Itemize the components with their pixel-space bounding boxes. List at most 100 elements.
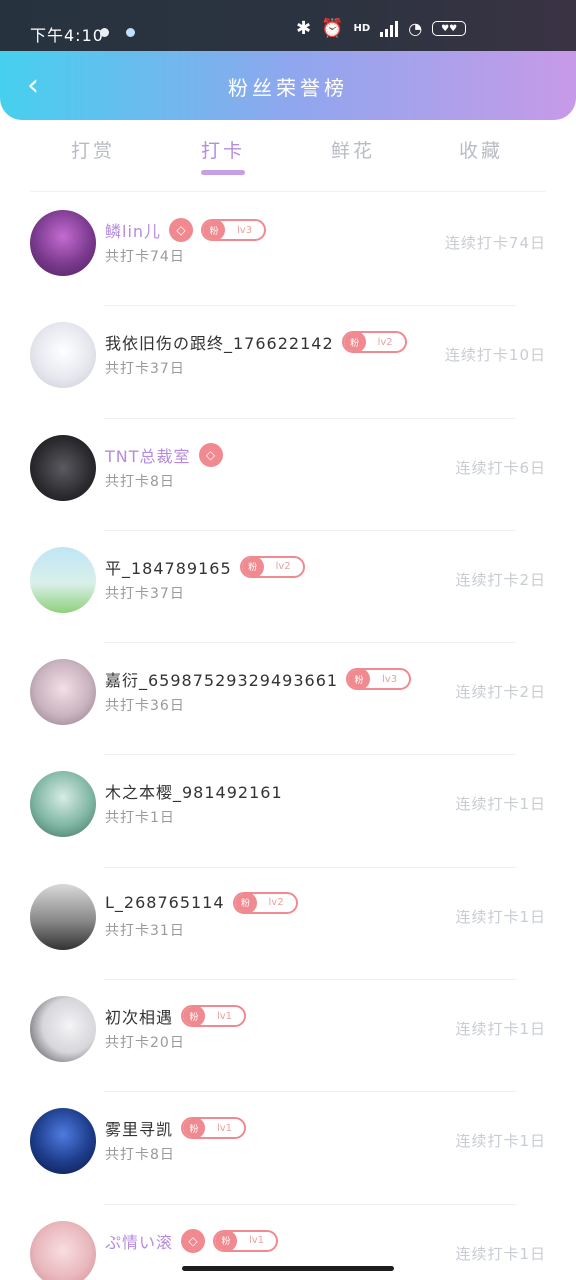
- avatar[interactable]: [30, 1108, 96, 1175]
- tab-tips[interactable]: 打赏: [33, 136, 153, 163]
- alarm-icon: ⏰: [321, 18, 344, 39]
- fan-icon: 粉: [348, 670, 371, 689]
- fan-level-badge: 粉 lv1: [181, 1117, 247, 1140]
- fan-icon: 粉: [343, 333, 366, 352]
- total-checkins: 共打卡8日: [105, 473, 175, 490]
- page-header: ‹ 粉丝荣誉榜: [0, 51, 576, 120]
- avatar[interactable]: [30, 434, 96, 501]
- name-line: 初次相遇 粉 lv1: [105, 1004, 247, 1028]
- list-item[interactable]: TNT总裁室 ◇ 共打卡8日 连续打卡6日: [0, 419, 576, 532]
- total-checkins: 共打卡31日: [105, 922, 185, 939]
- status-time: 下午4:10: [30, 26, 104, 45]
- avatar[interactable]: [30, 1220, 96, 1280]
- list-item[interactable]: L_268765114 粉 lv2 共打卡31日 连续打卡1日: [0, 868, 576, 981]
- battery-label: ♥♥: [441, 23, 458, 34]
- total-checkins: 共打卡37日: [105, 585, 185, 602]
- name-line: ぷ情い滚 ◇ 粉 lv1: [105, 1228, 279, 1253]
- streak-days: 连续打卡2日: [455, 683, 546, 702]
- name-line: L_268765114 粉 lv2: [105, 891, 298, 914]
- avatar[interactable]: [30, 659, 96, 726]
- fan-icon: 粉: [241, 557, 264, 576]
- username: 我依旧伤の跟终_176622142: [105, 334, 334, 354]
- diamond-icon: ◇: [181, 1228, 206, 1253]
- total-checkins: 共打卡1日: [105, 810, 175, 827]
- name-line: 我依旧伤の跟终_176622142 粉 lv2: [105, 330, 407, 354]
- streak-days: 连续打卡6日: [455, 458, 546, 477]
- notification-icon-2: [126, 28, 135, 37]
- fan-level-badge: 粉 lv1: [213, 1229, 279, 1252]
- total-checkins: 共打卡20日: [105, 1035, 185, 1052]
- tab-flowers[interactable]: 鲜花: [293, 136, 413, 163]
- list-item[interactable]: 平_184789165 粉 lv2 共打卡37日 连续打卡2日: [0, 531, 576, 644]
- tab-checkin[interactable]: 打卡: [163, 136, 283, 163]
- username: L_268765114: [105, 893, 225, 913]
- home-indicator[interactable]: [182, 1266, 394, 1271]
- list-item[interactable]: 嘉衍_65987529329493661 粉 lv3 共打卡36日 连续打卡2日: [0, 643, 576, 756]
- name-line: 平_184789165 粉 lv2: [105, 555, 305, 579]
- username: 木之本樱_981492161: [105, 783, 283, 803]
- battery-icon: ♥♥: [432, 21, 467, 36]
- streak-days: 连续打卡1日: [455, 1020, 546, 1039]
- username: 雾里寻凯: [105, 1120, 174, 1140]
- fan-level-badge: 粉 lv2: [341, 331, 407, 354]
- checkin-ranking-list: 鳞lin儿 ◇ 粉 lv3 共打卡74日 连续打卡74日 我依旧伤の跟终_176…: [0, 194, 576, 1280]
- streak-days: 连续打卡1日: [455, 1244, 546, 1263]
- username: 鳞lin儿: [105, 222, 162, 241]
- tab-bar: 打赏 打卡 鲜花 收藏: [0, 120, 576, 192]
- total-checkins: 共打卡8日: [105, 1147, 175, 1164]
- fan-icon: 粉: [234, 893, 257, 912]
- avatar[interactable]: [30, 996, 96, 1063]
- fan-level-badge: 粉 lv1: [181, 1005, 247, 1028]
- level-text: lv1: [248, 1235, 265, 1247]
- username: 初次相遇: [105, 1008, 174, 1028]
- streak-days: 连续打卡1日: [455, 907, 546, 926]
- tab-divider: [30, 191, 546, 192]
- level-text: lv1: [216, 1122, 233, 1134]
- username: ぷ情い滚: [105, 1232, 174, 1252]
- list-item[interactable]: 鳞lin儿 ◇ 粉 lv3 共打卡74日 连续打卡74日: [0, 194, 576, 307]
- tab-favorites[interactable]: 收藏: [421, 136, 541, 163]
- name-line: 木之本樱_981492161: [105, 779, 283, 803]
- signal-icon: [380, 20, 399, 37]
- streak-days: 连续打卡10日: [444, 346, 546, 365]
- active-tab-indicator: [201, 170, 245, 175]
- level-text: lv1: [216, 1010, 233, 1022]
- avatar[interactable]: [30, 546, 96, 613]
- fan-icon: 粉: [183, 1119, 206, 1138]
- name-line: 嘉衍_65987529329493661 粉 lv3: [105, 667, 412, 691]
- list-item[interactable]: 我依旧伤の跟终_176622142 粉 lv2 共打卡37日 连续打卡10日: [0, 306, 576, 419]
- page-title: 粉丝荣誉榜: [228, 76, 348, 100]
- fan-icon: 粉: [203, 221, 226, 239]
- wifi-icon: ◔: [408, 19, 423, 38]
- status-bar: 下午4:10 ✱ ⏰ HD ◔ ♥♥: [0, 0, 576, 52]
- fan-icon: 粉: [215, 1231, 238, 1250]
- list-item[interactable]: 初次相遇 粉 lv1 共打卡20日 连续打卡1日: [0, 980, 576, 1093]
- status-icons: ✱ ⏰ HD ◔ ♥♥: [296, 18, 467, 39]
- bluetooth-icon: ✱: [296, 18, 312, 39]
- fan-level-badge: 粉 lv2: [239, 555, 305, 578]
- avatar[interactable]: [30, 883, 96, 950]
- list-item[interactable]: 雾里寻凯 粉 lv1 共打卡8日 连续打卡1日: [0, 1092, 576, 1205]
- level-text: lv2: [275, 561, 291, 573]
- avatar[interactable]: [30, 771, 96, 838]
- diamond-icon: ◇: [169, 218, 194, 242]
- level-text: lv3: [382, 673, 398, 685]
- list-item[interactable]: 木之本樱_981492161 共打卡1日 连续打卡1日: [0, 755, 576, 869]
- avatar[interactable]: [30, 210, 96, 276]
- username: 平_184789165: [105, 558, 232, 578]
- notification-icon: [100, 28, 109, 37]
- streak-days: 连续打卡1日: [455, 795, 546, 814]
- fan-level-badge: 粉 lv2: [232, 891, 298, 914]
- avatar[interactable]: [30, 322, 96, 389]
- name-line: 鳞lin儿 ◇ 粉 lv3: [105, 218, 267, 242]
- username: 嘉衍_65987529329493661: [105, 671, 339, 691]
- total-checkins: 共打卡36日: [105, 698, 185, 715]
- level-text: lv2: [377, 336, 393, 348]
- streak-days: 连续打卡2日: [455, 570, 546, 589]
- diamond-icon: ◇: [198, 442, 223, 467]
- fan-icon: 粉: [183, 1007, 206, 1026]
- level-text: lv3: [237, 224, 253, 236]
- streak-days: 连续打卡1日: [455, 1132, 546, 1151]
- name-line: 雾里寻凯 粉 lv1: [105, 1116, 247, 1140]
- fan-level-badge: 粉 lv3: [346, 668, 412, 691]
